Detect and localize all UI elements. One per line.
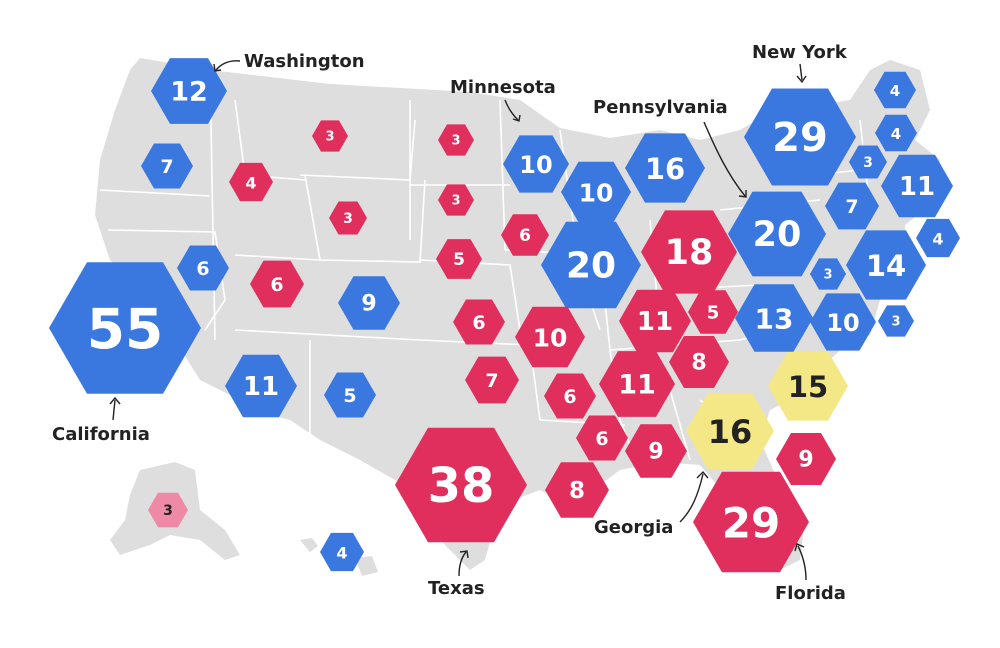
hex-label-pa: 20 (753, 215, 802, 255)
hex-label-hi: 4 (336, 544, 347, 563)
label-georgia: Georgia (594, 517, 673, 538)
hex-label-ct: 7 (845, 196, 858, 218)
hex-label-ky: 8 (691, 351, 706, 376)
hex-label-ia: 6 (519, 226, 531, 246)
arrow-washington (215, 60, 241, 71)
hex-label-tx: 38 (428, 458, 495, 514)
hex-label-sc: 9 (798, 448, 813, 473)
hex-label-ri: 4 (932, 230, 943, 249)
hex-label-nc: 15 (788, 370, 828, 404)
arrow-new-york (799, 63, 803, 81)
hex-label-in: 11 (637, 307, 673, 337)
label-texas: Texas (428, 578, 485, 599)
label-pennsylvania: Pennsylvania (593, 97, 728, 118)
hex-label-ok: 7 (485, 370, 498, 392)
hex-label-ar: 6 (563, 386, 576, 408)
hex-label-tn: 11 (618, 370, 656, 401)
hex-label-nj: 14 (866, 249, 906, 283)
label-california: California (52, 424, 150, 445)
hex-label-ne: 5 (453, 250, 465, 270)
hex-label-ca: 55 (87, 297, 164, 361)
hex-label-al: 9 (648, 440, 663, 465)
hex-label-ut: 6 (270, 274, 283, 296)
hex-label-sd: 3 (451, 194, 460, 209)
hex-label-co: 9 (361, 292, 376, 317)
hex-label-dc: 3 (823, 268, 832, 283)
hex-label-ny: 29 (772, 115, 828, 161)
hex-label-nh: 4 (891, 125, 901, 143)
label-minnesota: Minnesota (450, 77, 556, 98)
hex-label-wy: 3 (343, 211, 353, 227)
label-washington: Washington (244, 51, 365, 72)
hex-label-oh: 18 (665, 233, 714, 273)
hex-label-il: 20 (566, 246, 616, 287)
hex-label-la: 8 (569, 478, 585, 504)
label-new-york: New York (752, 42, 848, 63)
hex-label-fl: 29 (722, 499, 780, 548)
electoral-map: 1275564336911 533567381010620106816111881… (49, 42, 960, 604)
hex-label-mo: 10 (533, 324, 568, 353)
hex-label-wv: 5 (707, 303, 720, 324)
hex-label-ms: 6 (595, 428, 608, 450)
hex-label-ak: 3 (163, 503, 173, 519)
hex-label-md: 10 (826, 309, 859, 337)
hex-label-nv: 6 (196, 258, 209, 280)
hex-label-or: 7 (160, 156, 173, 178)
hex-label-de: 3 (891, 315, 900, 330)
hex-label-id: 4 (245, 174, 256, 193)
hex-label-ga: 16 (708, 413, 753, 451)
hex-label-wa: 12 (170, 77, 208, 108)
hex-label-ks: 6 (472, 312, 485, 334)
label-florida: Florida (775, 583, 846, 604)
arrow-california (112, 399, 116, 421)
hex-label-me: 4 (890, 82, 900, 100)
hex-label-mn: 10 (519, 151, 552, 179)
hex-label-nm: 5 (343, 385, 356, 407)
hex-label-mt: 3 (325, 130, 334, 145)
hex-label-ma: 11 (899, 172, 935, 202)
hex-label-mi: 16 (645, 152, 685, 186)
hex-label-vt: 3 (863, 155, 873, 171)
hex-label-nd: 3 (451, 134, 460, 149)
hex-label-wi: 10 (579, 179, 614, 208)
hex-label-az: 11 (243, 372, 279, 402)
hex-label-va: 13 (755, 303, 794, 336)
